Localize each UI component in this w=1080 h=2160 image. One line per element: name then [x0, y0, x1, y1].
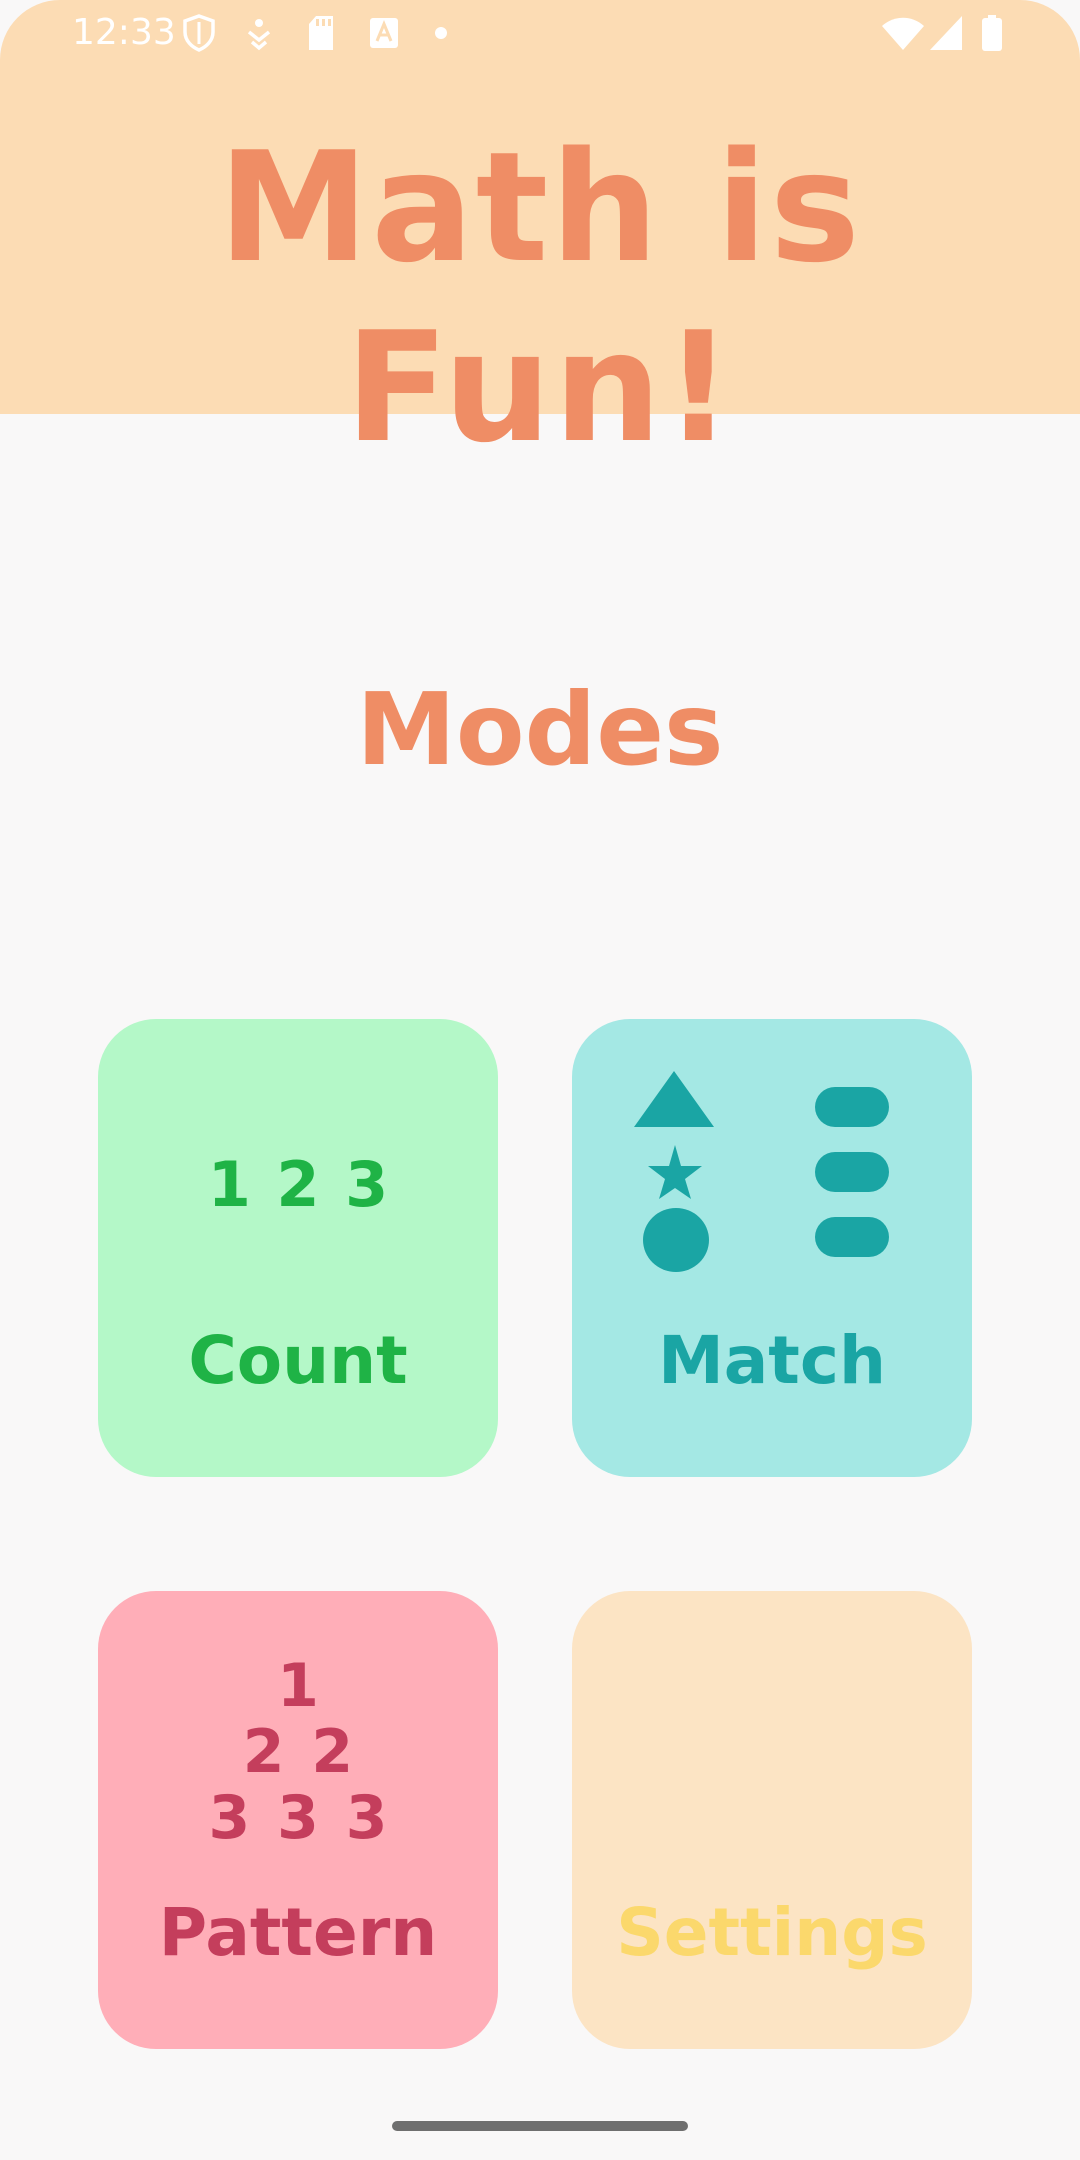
settings-label: Settings: [616, 1894, 928, 1971]
notification-icon: [244, 14, 274, 52]
app-title: Math is Fun!: [217, 119, 863, 476]
status-time: 12:33: [72, 12, 176, 53]
modes-heading: Modes: [356, 671, 724, 788]
status-bar: 12:33: [0, 0, 1080, 66]
match-mode-label: Match: [658, 1322, 886, 1399]
app-screen: 12:33 Math is Fun! Modes 1 2 3 Count Mat…: [0, 0, 1080, 2160]
triangle-shape: [634, 1071, 714, 1127]
pattern-line: 3 3 3: [208, 1783, 388, 1853]
signal-icon: [928, 14, 964, 52]
star-shape: [648, 1145, 702, 1199]
pattern-numbers-icon: 1 2 2 3 3 3: [98, 1653, 498, 1851]
pattern-mode-label: Pattern: [158, 1894, 438, 1971]
count-mode-label: Count: [188, 1322, 408, 1399]
dot-icon: [434, 26, 448, 64]
app-header: 12:33 Math is Fun!: [0, 0, 1080, 476]
shield-icon: [182, 14, 216, 52]
count-numbers-icon: 1 2 3: [207, 1148, 389, 1221]
count-mode-button[interactable]: 1 2 3 Count: [98, 1019, 498, 1477]
pill-shape-bottom: [815, 1217, 889, 1257]
shapes-match-icon: [632, 1071, 912, 1301]
settings-button[interactable]: Settings: [572, 1591, 972, 2049]
pill-shape-top: [815, 1087, 889, 1127]
pattern-line: 1: [277, 1651, 319, 1721]
pattern-mode-button[interactable]: 1 2 2 3 3 3 Pattern: [98, 1591, 498, 2049]
circle-shape: [643, 1208, 709, 1272]
match-mode-button[interactable]: Match: [572, 1019, 972, 1477]
sd-card-icon: [306, 14, 336, 52]
pattern-line: 2 2: [242, 1717, 354, 1787]
battery-icon: [980, 14, 1004, 52]
font-icon: [368, 14, 400, 52]
wifi-icon: [880, 14, 926, 52]
home-indicator[interactable]: [392, 2121, 688, 2131]
pill-shape-middle: [815, 1152, 889, 1192]
